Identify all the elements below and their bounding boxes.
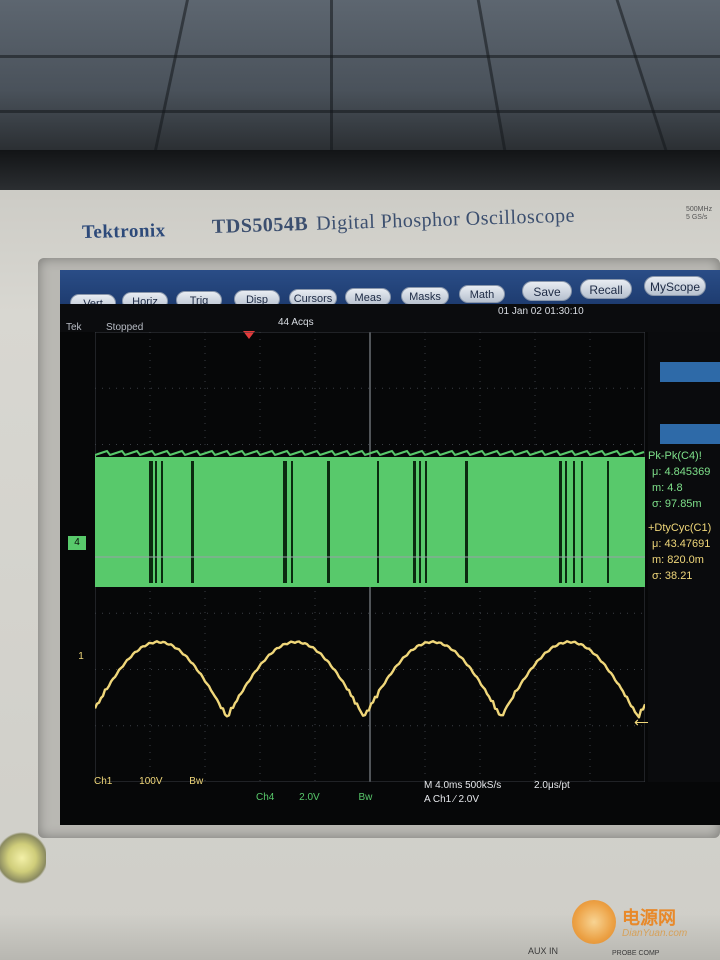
power-knob[interactable] xyxy=(0,830,46,888)
measurement-pkpk: Pk-Pk(C4)! μ: 4.845369 m: 4.8 σ: 97.85m xyxy=(648,448,710,512)
status-brand: Tek xyxy=(66,322,82,333)
menu-masks-button[interactable]: Masks xyxy=(401,287,449,305)
timebase-per-point: 2.0μs/pt xyxy=(534,780,570,791)
spec-samplerate: 5 GS/s xyxy=(686,214,708,221)
measurement-pkpk-label: Pk-Pk(C4)! xyxy=(648,450,702,462)
acquisition-count: 44 Acqs xyxy=(278,317,314,328)
measurement-dutycycle-median: m: 820.0m xyxy=(652,554,704,566)
measurement-dutycycle-label: +DtyCyc(C1) xyxy=(648,522,712,534)
menu-math-button[interactable]: Math xyxy=(459,285,505,303)
probe-comp-label: PROBE COMP xyxy=(612,950,660,957)
plug-logo-icon xyxy=(572,900,616,944)
status-line: Tek Stopped 44 Acqs 01 Jan 02 01:30:10 xyxy=(60,304,720,333)
measurement-dutycycle-mean: μ: 43.47691 xyxy=(652,538,711,550)
ch4-pwm-trace xyxy=(95,449,645,587)
ch1-ground-marker[interactable]: 1 xyxy=(74,650,88,664)
side-control-box-1[interactable] xyxy=(660,362,720,382)
model-number: TDS5054B xyxy=(211,212,309,238)
watermark-subtext: DianYuan.com xyxy=(622,928,688,939)
ch1-bandwidth-limit: Bw xyxy=(189,776,204,787)
side-control-box-2[interactable] xyxy=(660,424,720,444)
measurement-pkpk-median: m: 4.8 xyxy=(652,482,683,494)
ch1-name: Ch1 xyxy=(94,776,113,787)
ch1-readout: Ch1 100V Bw xyxy=(94,776,203,787)
ch4-scale: 2.0V xyxy=(299,792,320,803)
menu-recall-button[interactable]: Recall xyxy=(580,279,632,299)
ch4-bandwidth-limit: Bw xyxy=(358,792,373,803)
ch1-scale: 100V xyxy=(139,776,163,787)
date-time: 01 Jan 02 01:30:10 xyxy=(498,306,584,317)
ch4-ground-marker[interactable]: 4 xyxy=(68,536,86,550)
menu-myscope-button[interactable]: MyScope xyxy=(644,276,706,296)
spec-bandwidth: 500MHz xyxy=(686,206,713,213)
measurement-pkpk-mean: μ: 4.845369 xyxy=(652,466,711,478)
waveform-graticule xyxy=(95,332,645,782)
brand-logo: Tektronix xyxy=(81,220,166,243)
measurement-dutycycle: +DtyCyc(C1) μ: 43.47691 m: 820.0m σ: 38.… xyxy=(648,520,711,584)
oscilloscope-top-edge xyxy=(0,150,720,190)
ch4-readout: Ch4 2.0V Bw xyxy=(256,792,372,803)
spec-corner: 500MHz 5 GS/s xyxy=(686,206,712,222)
display-screen: Vert Horiz Trig Disp Cursors Meas Masks … xyxy=(60,270,720,825)
ceiling-background xyxy=(0,0,720,150)
measurement-pkpk-sigma: σ: 97.85m xyxy=(652,498,702,510)
ch4-name: Ch4 xyxy=(256,792,275,803)
measurement-dutycycle-sigma: σ: 38.21 xyxy=(652,570,693,582)
menu-bar: Vert Horiz Trig Disp Cursors Meas Masks … xyxy=(60,270,720,312)
timebase-readout: M 4.0ms 500kS/s 2.0μs/pt xyxy=(424,780,570,791)
watermark-text: 电源网 xyxy=(622,908,676,928)
aux-in-label: AUX IN xyxy=(528,946,559,956)
timebase-main: M 4.0ms 500kS/s xyxy=(424,780,502,791)
trigger-readout: A Ch1 ⁄ 2.0V xyxy=(424,794,480,805)
watermark: 电源网 DianYuan.com xyxy=(572,898,720,950)
menu-save-button[interactable]: Save xyxy=(522,281,572,301)
